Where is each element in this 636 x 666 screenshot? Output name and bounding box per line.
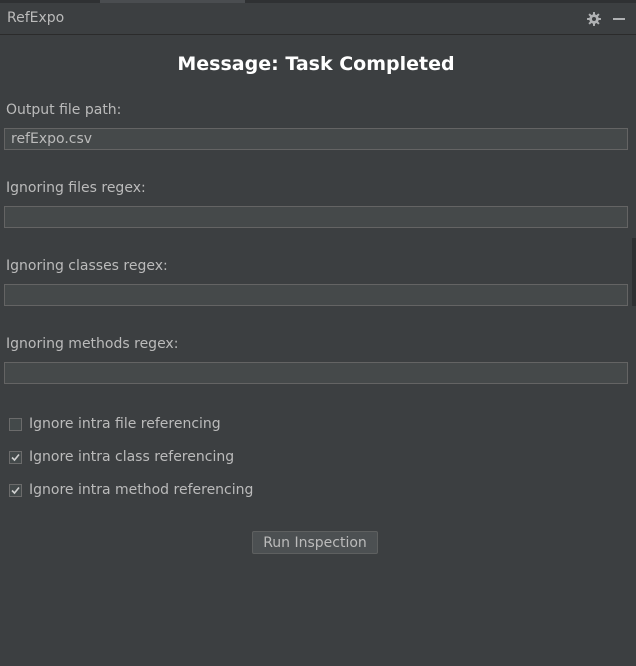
output-path-label: Output file path:	[6, 102, 122, 118]
ignore-classes-label: Ignoring classes regex:	[6, 258, 168, 274]
intra-method-checkbox[interactable]	[9, 483, 22, 497]
intra-method-label: Ignore intra method referencing	[29, 482, 254, 498]
run-inspection-button[interactable]: Run Inspection	[252, 531, 378, 554]
intra-class-checkbox[interactable]	[9, 450, 22, 464]
refexpo-tool-window: RefExpo Message: Task Completed Output f…	[0, 0, 636, 666]
minimize-icon[interactable]	[611, 11, 627, 27]
gear-icon[interactable]	[586, 11, 602, 27]
checkmark-icon	[11, 453, 20, 461]
intra-method-option[interactable]: Ignore intra method referencing	[9, 481, 253, 499]
checkmark-icon	[11, 486, 20, 494]
ignore-methods-input[interactable]	[4, 362, 628, 384]
intra-file-label: Ignore intra file referencing	[29, 416, 221, 432]
ignore-methods-label: Ignoring methods regex:	[6, 336, 179, 352]
intra-class-option[interactable]: Ignore intra class referencing	[9, 448, 234, 466]
intra-file-option[interactable]: Ignore intra file referencing	[9, 415, 221, 433]
ignore-classes-input[interactable]	[4, 284, 628, 306]
ignore-files-input[interactable]	[4, 206, 628, 228]
intra-file-checkbox[interactable]	[9, 417, 22, 431]
scrollbar[interactable]	[632, 238, 636, 306]
tool-window-header: RefExpo	[0, 3, 636, 35]
ignore-files-label: Ignoring files regex:	[6, 180, 146, 196]
output-path-input[interactable]	[4, 128, 628, 150]
tool-window-title: RefExpo	[7, 10, 65, 26]
status-message: Message: Task Completed	[177, 53, 455, 75]
intra-class-label: Ignore intra class referencing	[29, 449, 235, 465]
